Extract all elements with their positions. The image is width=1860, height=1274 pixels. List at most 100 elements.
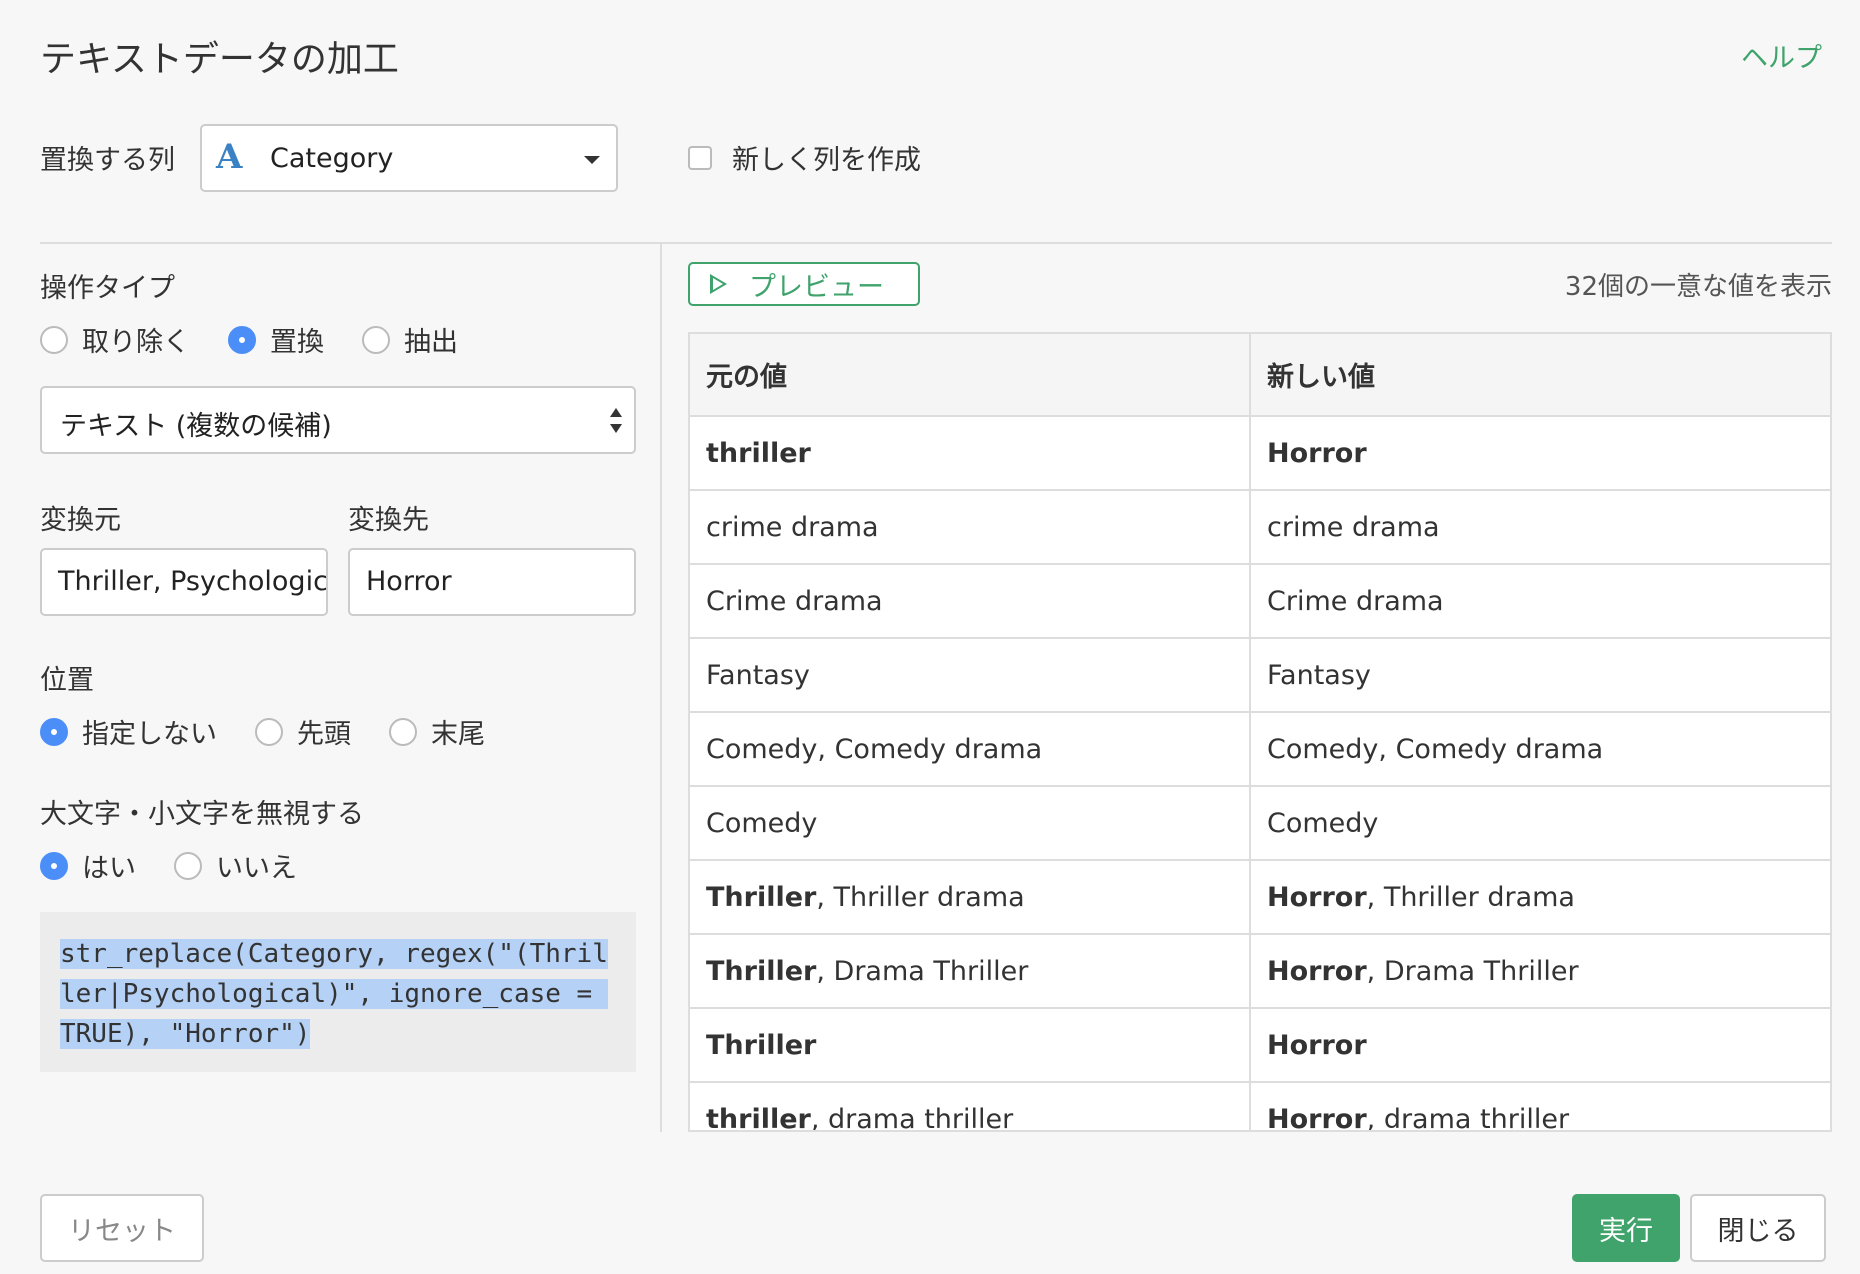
ignore-case-radio-group: はい いいえ xyxy=(40,846,335,885)
preview-button[interactable]: プレビュー xyxy=(688,262,920,306)
radio-replace[interactable]: 置換 xyxy=(228,320,324,359)
radio-extract-icon[interactable] xyxy=(362,325,390,354)
radio-position-start-icon[interactable] xyxy=(255,717,283,746)
character-type-icon: A xyxy=(216,137,243,177)
cell-text: , Thriller drama xyxy=(816,881,1025,913)
table-row: crime drama crime drama xyxy=(690,489,1830,565)
radio-ignore-case-no-icon[interactable] xyxy=(174,851,202,880)
replace-to-input[interactable]: Horror xyxy=(348,548,636,616)
table-cell-new: Horror, Thriller drama xyxy=(1249,859,1830,935)
table-header-new: 新しい値 xyxy=(1249,334,1830,417)
code-text: str_replace(Category, regex("(Thriller|P… xyxy=(60,939,608,1049)
preview-table: 元の値 新しい値 thriller Horror crime drama cri… xyxy=(690,334,1830,1132)
match-type-value: テキスト (複数の候補) xyxy=(60,411,332,442)
cell-text: , drama thriller xyxy=(810,1103,1014,1132)
radio-position-end-icon[interactable] xyxy=(389,717,417,746)
radio-position-end-label: 末尾 xyxy=(431,719,485,750)
cell-text: Fantasy xyxy=(706,659,810,691)
help-link[interactable]: ヘルプ xyxy=(1741,36,1822,75)
highlight-text: Horror xyxy=(1267,881,1367,913)
preview-button-label: プレビュー xyxy=(749,271,884,303)
horizontal-divider xyxy=(40,242,1832,244)
play-icon xyxy=(710,274,727,294)
match-type-select[interactable]: テキスト (複数の候補) xyxy=(40,386,636,454)
cell-text: crime drama xyxy=(706,511,879,543)
table-cell-original: Thriller, Thriller drama xyxy=(690,859,1251,935)
ignore-case-label: 大文字・小文字を無視する xyxy=(40,799,364,830)
radio-ignore-case-yes-label: はい xyxy=(82,853,136,884)
run-button[interactable]: 実行 xyxy=(1572,1194,1680,1262)
table-cell-original: Thriller, Drama Thriller xyxy=(690,933,1251,1009)
column-select-label: 置換する列 xyxy=(40,145,175,176)
radio-replace-icon[interactable] xyxy=(228,325,256,354)
close-button[interactable]: 閉じる xyxy=(1690,1194,1826,1262)
table-cell-original: crime drama xyxy=(690,489,1251,565)
radio-position-none-label: 指定しない xyxy=(82,719,217,750)
radio-ignore-case-yes-icon[interactable] xyxy=(40,851,68,880)
code-preview-box: str_replace(Category, regex("(Thriller|P… xyxy=(40,912,636,1072)
table-cell-original: Comedy, Comedy drama xyxy=(690,711,1251,787)
table-row: thriller Horror xyxy=(690,416,1830,491)
reset-button[interactable]: リセット xyxy=(40,1194,204,1262)
radio-remove[interactable]: 取り除く xyxy=(40,320,190,359)
radio-replace-label: 置換 xyxy=(270,327,324,358)
cell-text: , Drama Thriller xyxy=(816,955,1029,987)
caret-down-icon xyxy=(584,156,600,164)
new-column-checkbox[interactable]: 新しく列を作成 xyxy=(688,138,921,177)
replace-to-label: 変換先 xyxy=(348,505,429,536)
replace-from-input[interactable]: Thriller, Psychologic xyxy=(40,548,328,616)
cell-text: Comedy xyxy=(706,807,818,839)
radio-position-start-label: 先頭 xyxy=(297,719,351,750)
table-cell-original: Comedy xyxy=(690,785,1251,861)
radio-position-start[interactable]: 先頭 xyxy=(255,712,351,751)
radio-ignore-case-yes[interactable]: はい xyxy=(40,846,136,885)
select-updown-icon xyxy=(608,406,624,436)
table-cell-new: Comedy xyxy=(1249,785,1830,861)
cell-text: , Thriller drama xyxy=(1366,881,1575,913)
radio-remove-label: 取り除く xyxy=(82,327,190,358)
cell-text: Comedy, Comedy drama xyxy=(1267,733,1604,765)
table-row: Thriller, Drama Thriller Horror, Drama T… xyxy=(690,933,1830,1009)
table-header-row: 元の値 新しい値 xyxy=(690,334,1830,417)
table-cell-new: Crime drama xyxy=(1249,563,1830,639)
radio-position-none-icon[interactable] xyxy=(40,717,68,746)
highlight-text: thriller xyxy=(706,437,811,469)
cell-text: Fantasy xyxy=(1267,659,1371,691)
checkbox-icon[interactable] xyxy=(688,145,712,170)
code-preview[interactable]: str_replace(Category, regex("(Thriller|P… xyxy=(60,934,616,1054)
table-cell-new: Horror xyxy=(1249,1007,1830,1083)
table-row: Thriller Horror xyxy=(690,1007,1830,1083)
highlight-text: Horror xyxy=(1267,1103,1367,1132)
table-cell-original: Fantasy xyxy=(690,637,1251,713)
cell-text: Crime drama xyxy=(706,585,883,617)
highlight-text: thriller xyxy=(706,1103,811,1132)
highlight-text: Horror xyxy=(1267,437,1367,469)
table-cell-new: Horror, Drama Thriller xyxy=(1249,933,1830,1009)
radio-ignore-case-no-label: いいえ xyxy=(216,853,297,884)
preview-table-container[interactable]: 元の値 新しい値 thriller Horror crime drama cri… xyxy=(688,332,1832,1132)
text-processing-dialog: テキストデータの加工 ヘルプ 置換する列 A Category 新しく列を作成 … xyxy=(0,0,1860,1274)
operation-type-radio-group: 取り除く 置換 抽出 xyxy=(40,320,496,359)
position-label: 位置 xyxy=(40,665,94,696)
highlight-text: Thriller xyxy=(706,955,817,987)
radio-ignore-case-no[interactable]: いいえ xyxy=(174,846,297,885)
radio-extract[interactable]: 抽出 xyxy=(362,320,458,359)
highlight-text: Thriller xyxy=(706,881,817,913)
table-row: thriller, drama thriller Horror, drama t… xyxy=(690,1081,1830,1132)
table-cell-original: Thriller xyxy=(690,1007,1251,1083)
radio-extract-label: 抽出 xyxy=(404,327,458,358)
table-cell-new: Horror, drama thriller xyxy=(1249,1081,1830,1132)
column-select[interactable]: A Category xyxy=(200,124,618,192)
cell-text: Comedy xyxy=(1267,807,1379,839)
radio-remove-icon[interactable] xyxy=(40,325,68,354)
new-column-label: 新しく列を作成 xyxy=(732,145,921,176)
table-cell-original: thriller, drama thriller xyxy=(690,1081,1251,1132)
radio-position-none[interactable]: 指定しない xyxy=(40,712,217,751)
radio-position-end[interactable]: 末尾 xyxy=(389,712,485,751)
cell-text: Comedy, Comedy drama xyxy=(706,733,1043,765)
operation-type-label: 操作タイプ xyxy=(40,273,175,304)
table-row: Comedy, Comedy drama Comedy, Comedy dram… xyxy=(690,711,1830,787)
table-cell-new: Horror xyxy=(1249,416,1830,491)
cell-text: Crime drama xyxy=(1267,585,1444,617)
table-row: Crime drama Crime drama xyxy=(690,563,1830,639)
